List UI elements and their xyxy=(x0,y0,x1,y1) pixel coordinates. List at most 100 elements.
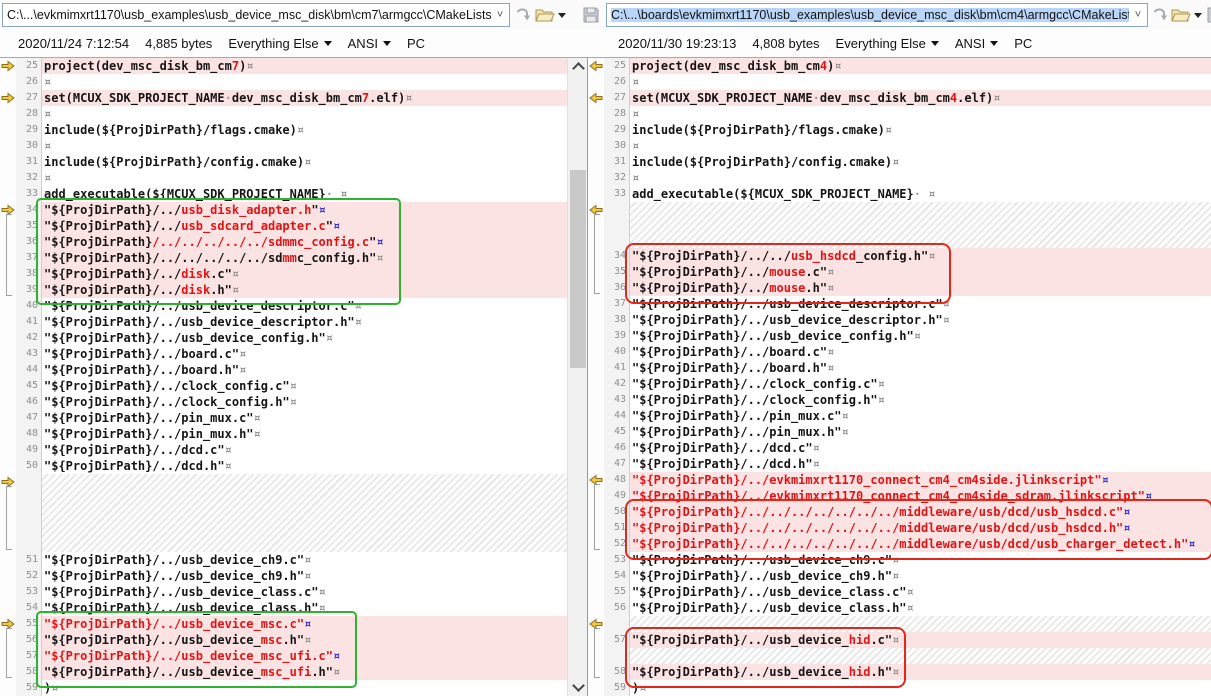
code-text[interactable]: add_executable(${MCUX_SDK_PROJECT_NAME}·… xyxy=(630,186,1211,202)
code-text[interactable]: "${ProjDirPath}/../pin_mux.h"¤ xyxy=(630,424,1211,440)
code-text[interactable]: "${ProjDirPath}/../../../../../../../mid… xyxy=(630,536,1211,552)
code-text[interactable]: "${ProjDirPath}/../evkmimxrt1170_connect… xyxy=(630,488,1211,504)
code-text[interactable]: "${ProjDirPath}/../usb_device_ch9.h"¤ xyxy=(630,568,1211,584)
left-folder-dropdown-icon[interactable] xyxy=(556,4,568,26)
diff-location-marker[interactable] xyxy=(0,58,16,74)
code-text[interactable]: "${ProjDirPath}/../board.c"¤ xyxy=(42,346,567,362)
right-filetype-menu[interactable]: Everything Else xyxy=(836,36,939,51)
code-text[interactable]: add_executable(${MCUX_SDK_PROJECT_NAME}·… xyxy=(42,186,567,202)
code-text[interactable]: "${ProjDirPath}/../clock_config.c"¤ xyxy=(630,376,1211,392)
right-folder-dropdown-icon[interactable] xyxy=(1192,4,1204,26)
code-text[interactable]: "${ProjDirPath}/../usb_device_descriptor… xyxy=(42,314,567,330)
right-browse-folder-icon[interactable] xyxy=(1170,4,1192,26)
gap-filler[interactable] xyxy=(630,202,1211,248)
right-file-path-combobox[interactable]: C:\...\boards\evkmimxrt1170\usb_examples… xyxy=(606,3,1148,27)
right-encoding-menu[interactable]: ANSI xyxy=(955,36,998,51)
right-code-pane[interactable]: 25project(dev_msc_disk_bm_cm4)¤26¤27set(… xyxy=(588,58,1211,696)
code-text[interactable]: "${ProjDirPath}/../board.c"¤ xyxy=(630,344,1211,360)
gap-filler[interactable] xyxy=(630,616,1211,632)
code-text[interactable]: ¤ xyxy=(630,74,1211,90)
left-file-path[interactable]: C:\...\evkmimxrt1170\usb_examples\usb_de… xyxy=(3,8,491,22)
code-text[interactable]: "${ProjDirPath}/../board.h"¤ xyxy=(630,360,1211,376)
code-text[interactable]: "${ProjDirPath}/../../usb_hsdcd_config.h… xyxy=(630,248,1211,264)
right-path-dropdown-icon[interactable]: ˅ xyxy=(1129,4,1147,26)
diff-location-marker[interactable] xyxy=(588,90,604,106)
code-text[interactable]: ¤ xyxy=(630,170,1211,186)
code-text[interactable]: "${ProjDirPath}/../dcd.c"¤ xyxy=(42,442,567,458)
code-text[interactable]: "${ProjDirPath}/../../../../../../../mid… xyxy=(630,504,1211,520)
scrollbar-thumb[interactable] xyxy=(570,170,586,368)
scroll-down-icon[interactable] xyxy=(572,679,585,692)
code-text[interactable]: )¤ xyxy=(630,680,1211,696)
code-text[interactable]: set(MCUX_SDK_PROJECT_NAME·dev_msc_disk_b… xyxy=(42,90,567,106)
code-text[interactable]: "${ProjDirPath}/../clock_config.h"¤ xyxy=(42,394,567,410)
code-text[interactable]: "${ProjDirPath}/../dcd.c"¤ xyxy=(630,440,1211,456)
code-text[interactable]: ¤ xyxy=(42,170,567,186)
code-text[interactable]: "${ProjDirPath}/../usb_device_class.c"¤ xyxy=(630,584,1211,600)
code-text[interactable]: "${ProjDirPath}/../clock_config.h"¤ xyxy=(630,392,1211,408)
code-text[interactable]: "${ProjDirPath}/../usb_device_config.h"¤ xyxy=(630,328,1211,344)
code-text[interactable]: set(MCUX_SDK_PROJECT_NAME·dev_msc_disk_b… xyxy=(630,90,1211,106)
diff-location-marker[interactable] xyxy=(588,202,604,248)
diff-location-marker[interactable] xyxy=(0,474,16,552)
code-text[interactable]: "${ProjDirPath}/../disk.c"¤ xyxy=(42,266,567,282)
code-text[interactable]: "${ProjDirPath}/../usb_device_hid.c"¤ xyxy=(630,632,1211,648)
left-pane-scrollbar[interactable] xyxy=(567,58,588,696)
code-text[interactable]: "${ProjDirPath}/../board.h"¤ xyxy=(42,362,567,378)
code-text[interactable]: "${ProjDirPath}/../usb_device_descriptor… xyxy=(630,312,1211,328)
code-text[interactable]: "${ProjDirPath}/../pin_mux.h"¤ xyxy=(42,426,567,442)
code-text[interactable]: "${ProjDirPath}/../dcd.h"¤ xyxy=(42,458,567,474)
code-text[interactable]: "${ProjDirPath}/../usb_device_class.h"¤ xyxy=(630,600,1211,616)
code-text[interactable]: "${ProjDirPath}/../dcd.h"¤ xyxy=(630,456,1211,472)
diff-location-marker[interactable] xyxy=(588,616,604,632)
left-file-path-combobox[interactable]: C:\...\evkmimxrt1170\usb_examples\usb_de… xyxy=(2,3,510,27)
code-text[interactable]: "${ProjDirPath}/../usb_device_ch9.c"¤ xyxy=(630,552,1211,568)
code-text[interactable]: "${ProjDirPath}/../disk.h"¤ xyxy=(42,282,567,298)
left-code-pane[interactable]: 25project(dev_msc_disk_bm_cm7)¤26¤27set(… xyxy=(0,58,567,696)
gap-filler[interactable] xyxy=(42,474,567,552)
code-text[interactable]: ¤ xyxy=(630,138,1211,154)
code-text[interactable]: include(${ProjDirPath}/config.cmake)¤ xyxy=(42,154,567,170)
left-curved-arrow-icon[interactable] xyxy=(512,4,534,26)
gap-filler[interactable] xyxy=(630,648,1211,664)
code-text[interactable]: "${ProjDirPath}/../usb_device_hid.h"¤ xyxy=(630,664,1211,680)
code-text[interactable]: "${ProjDirPath}/../usb_device_msc.h"¤ xyxy=(42,632,567,648)
code-text[interactable]: ¤ xyxy=(42,106,567,122)
code-text[interactable]: "${ProjDirPath}/../usb_device_descriptor… xyxy=(42,298,567,314)
code-text[interactable]: include(${ProjDirPath}/flags.cmake)¤ xyxy=(42,122,567,138)
code-text[interactable]: "${ProjDirPath}/../usb_device_msc_ufi.h"… xyxy=(42,664,567,680)
code-text[interactable]: "${ProjDirPath}/../pin_mux.c"¤ xyxy=(42,410,567,426)
code-text[interactable]: "${ProjDirPath}/../../../../../sdmmc_con… xyxy=(42,250,567,266)
code-text[interactable]: )¤ xyxy=(42,680,567,696)
left-filetype-menu[interactable]: Everything Else xyxy=(228,36,331,51)
code-text[interactable]: "${ProjDirPath}/../../../../../../../mid… xyxy=(630,520,1211,536)
code-text[interactable]: project(dev_msc_disk_bm_cm4)¤ xyxy=(630,58,1211,74)
diff-location-marker[interactable] xyxy=(0,90,16,106)
code-text[interactable]: ¤ xyxy=(42,138,567,154)
code-text[interactable]: "${ProjDirPath}/../usb_device_ch9.c"¤ xyxy=(42,552,567,568)
code-text[interactable]: "${ProjDirPath}/../usb_sdcard_adapter.c"… xyxy=(42,218,567,234)
code-text[interactable]: "${ProjDirPath}/../../../../../sdmmc_con… xyxy=(42,234,567,250)
left-encoding-menu[interactable]: ANSI xyxy=(348,36,391,51)
scroll-up-icon[interactable] xyxy=(572,62,585,75)
code-text[interactable]: "${ProjDirPath}/../usb_device_msc.c"¤ xyxy=(42,616,567,632)
left-save-icon[interactable] xyxy=(580,4,602,26)
code-text[interactable]: "${ProjDirPath}/../mouse.c"¤ xyxy=(630,264,1211,280)
code-text[interactable]: "${ProjDirPath}/../usb_device_class.c"¤ xyxy=(42,584,567,600)
right-curved-arrow-icon[interactable] xyxy=(1149,4,1171,26)
diff-location-marker[interactable] xyxy=(0,202,16,218)
code-text[interactable]: project(dev_msc_disk_bm_cm7)¤ xyxy=(42,58,567,74)
right-save-icon[interactable] xyxy=(1204,4,1211,26)
code-text[interactable]: "${ProjDirPath}/../evkmimxrt1170_connect… xyxy=(630,472,1211,488)
code-text[interactable]: "${ProjDirPath}/../pin_mux.c"¤ xyxy=(630,408,1211,424)
code-text[interactable]: "${ProjDirPath}/../usb_device_ch9.h"¤ xyxy=(42,568,567,584)
code-text[interactable]: "${ProjDirPath}/../clock_config.c"¤ xyxy=(42,378,567,394)
right-file-path[interactable]: C:\...\boards\evkmimxrt1170\usb_examples… xyxy=(611,8,1129,22)
diff-location-marker[interactable] xyxy=(0,616,16,632)
code-text[interactable]: "${ProjDirPath}/../mouse.h"¤ xyxy=(630,280,1211,296)
code-text[interactable]: ¤ xyxy=(630,106,1211,122)
left-browse-folder-icon[interactable] xyxy=(534,4,556,26)
code-text[interactable]: "${ProjDirPath}/../usb_device_msc_ufi.c"… xyxy=(42,648,567,664)
code-text[interactable]: "${ProjDirPath}/../usb_device_descriptor… xyxy=(630,296,1211,312)
left-path-dropdown-icon[interactable]: ˅ xyxy=(491,4,509,26)
